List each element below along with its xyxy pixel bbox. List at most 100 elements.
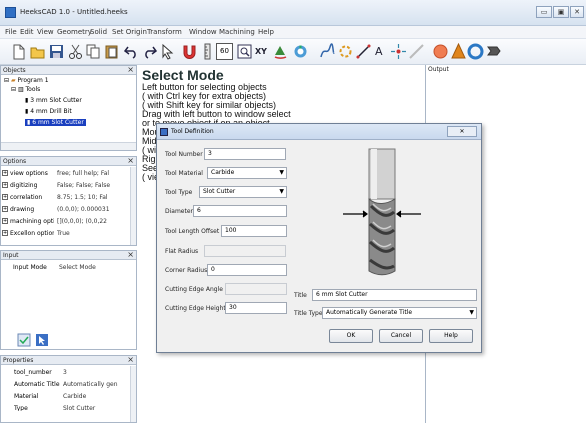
option-row[interactable]: + correlation 8.75; 1.5; 10; Fal [1,192,131,203]
tool-bit-icon: ▮ [25,97,29,104]
menu-transform[interactable]: Transform [147,28,182,36]
tool-number-label: Tool Number [165,151,203,158]
view-rotate-icon[interactable] [272,43,289,60]
title-type-select[interactable]: Automatically Generate Title ▼ [322,307,477,319]
options-v-scrollbar[interactable] [130,167,136,245]
properties-close-icon[interactable]: × [127,355,134,364]
corner-radius-label: Corner Radius [165,267,208,274]
line-icon[interactable] [355,43,372,60]
property-row[interactable]: tool_number 3 [1,367,131,378]
grid-60-icon[interactable]: 60 [216,43,233,60]
tool-material-label: Tool Material [165,170,203,177]
expand-icon[interactable]: + [2,170,8,176]
menu-edit[interactable]: Edit [20,28,34,36]
tool-bit-icon: ▮ [25,108,29,115]
diameter-field[interactable]: 6 [193,205,287,217]
expand-icon[interactable]: + [2,218,8,224]
select-icon[interactable] [159,43,176,60]
view-spin-icon[interactable] [292,43,309,60]
tree-item-program[interactable]: ⊟ ▰ Program 1 [4,77,49,84]
cut-icon[interactable] [67,43,84,60]
cone-icon[interactable] [450,43,467,60]
circle-icon[interactable] [432,43,449,60]
close-button[interactable]: ✕ [570,6,584,18]
xy-plane-icon[interactable]: XY [255,43,272,60]
tree-item-tools[interactable]: ⊟ ▥ Tools [11,86,40,93]
option-value: False; False; False [57,182,111,189]
input-close-icon[interactable]: × [127,250,134,259]
property-row[interactable]: Material Carbide [1,391,131,402]
expand-icon[interactable]: + [2,206,8,212]
menu-solid[interactable]: Solid [90,28,107,36]
magnet-icon[interactable] [181,43,198,60]
option-row[interactable]: + Excellon option True [1,228,131,239]
maximize-button[interactable]: ▣ [553,6,569,18]
input-select-icon[interactable] [35,333,49,347]
properties-v-scrollbar[interactable] [130,366,136,422]
menu-geometry[interactable]: Geometry [57,28,92,36]
sketch-icon[interactable] [319,43,336,60]
expand-icon[interactable]: + [2,182,8,188]
corner-radius-field[interactable]: 0 [207,264,287,276]
option-row[interactable]: + machining optic [](0,0,0); (0,0,22 [1,216,131,227]
input-apply-icon[interactable] [17,333,31,347]
menu-help[interactable]: Help [258,28,274,36]
tree-item-tool-2[interactable]: ▮ 4 mm Drill Bit [25,108,72,115]
flat-radius-field [204,245,286,257]
property-row[interactable]: Type Slot Cutter [1,403,131,411]
program-icon: ▰ [10,77,16,84]
title-type-value: Automatically Generate Title [326,309,413,316]
cylinder-icon[interactable] [467,43,484,60]
spline-icon[interactable] [337,43,354,60]
arc-icon[interactable] [408,43,425,60]
diameter-label: Diameter [165,208,194,215]
properties-panel-header: Properties × [1,355,136,365]
option-key: machining optic [10,218,54,225]
property-value: Automatically gen [63,381,118,388]
undo-icon[interactable] [123,43,140,60]
ruler-icon[interactable] [199,43,216,60]
option-row[interactable]: + digitizing False; False; False [1,180,131,191]
cancel-button[interactable]: Cancel [379,329,423,343]
property-row[interactable]: Automatic Title Automatically gen [1,379,131,390]
objects-close-icon[interactable]: × [127,65,134,74]
point-icon[interactable] [390,43,407,60]
paste-icon[interactable] [103,43,120,60]
tool-number-field[interactable]: 3 [204,148,286,160]
title-bar: HeeksCAD 1.0 - Untitled.heeks ▭ ▣ ✕ [0,0,586,26]
view-fit-icon[interactable] [236,43,253,60]
menu-view[interactable]: View [37,28,54,36]
tool-type-select[interactable]: Slot Cutter ▼ [199,186,287,198]
options-close-icon[interactable]: × [127,156,134,165]
title-field[interactable]: 6 mm Slot Cutter [312,289,477,301]
menu-machining[interactable]: Machining [219,28,255,36]
menu-set-origin[interactable]: Set Origin [112,28,147,36]
expand-icon[interactable]: + [2,230,8,236]
tree-item-tool-3-selected[interactable]: ▮ 6 mm Slot Cutter [25,119,86,126]
open-folder-icon[interactable] [29,43,46,60]
menu-window[interactable]: Window [189,28,217,36]
help-button[interactable]: Help [429,329,473,343]
minimize-button[interactable]: ▭ [536,6,552,18]
menu-file[interactable]: File [5,28,17,36]
tree-item-label: 4 mm Drill Bit [30,108,72,115]
expand-icon[interactable]: + [2,194,8,200]
ok-button[interactable]: OK [329,329,373,343]
tool-length-offset-field[interactable]: 100 [221,225,287,237]
dialog-close-button[interactable]: ✕ [447,126,477,137]
options-panel: Options × + view options free; full help; F… [0,156,137,246]
tool-material-select[interactable]: Carbide ▼ [207,167,287,179]
redo-icon[interactable] [141,43,158,60]
save-icon[interactable] [48,43,65,60]
cutting-edge-height-field[interactable]: 30 [225,302,287,314]
copy-icon[interactable] [85,43,102,60]
option-row[interactable]: + view options free; full help; Fal [1,168,131,179]
input-mode-row[interactable]: Input Mode Select Mode [1,262,131,273]
properties-title: Properties [3,357,34,364]
torus-icon[interactable] [485,43,502,60]
tree-item-tool-1[interactable]: ▮ 3 mm Slot Cutter [25,97,82,104]
option-row[interactable]: + drawing (0.0,0); 0.000031 [1,204,131,215]
objects-h-scrollbar[interactable] [1,142,136,150]
new-file-icon[interactable] [10,43,27,60]
objects-panel: Objects × ⊟ ▰ Program 1 ⊟ ▥ Tools ▮ 3 mm … [0,65,137,151]
